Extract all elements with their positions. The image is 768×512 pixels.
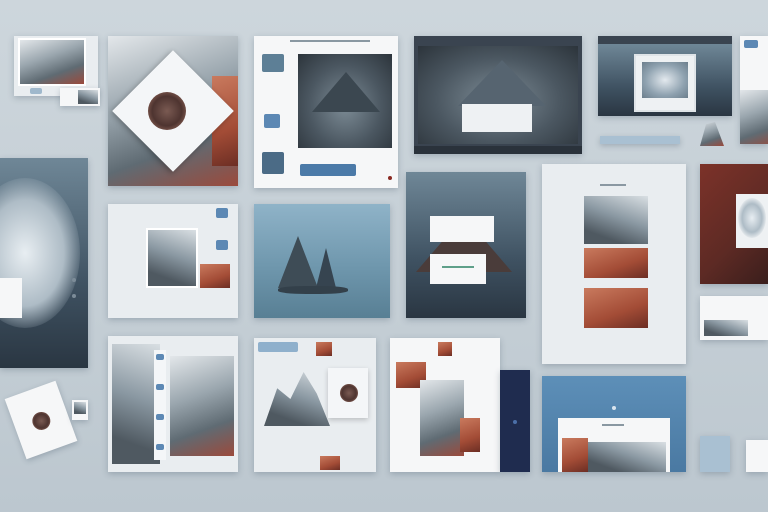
tile-blue-square [700, 436, 730, 472]
wax-seal-icon [148, 92, 186, 130]
peak-shape [312, 72, 380, 112]
landscape-dot-icon [612, 406, 616, 410]
fragment-rust-2 [438, 342, 452, 356]
tile-misty-mountain-dark[interactable] [414, 36, 582, 154]
caption-card [462, 104, 532, 132]
panel-rock-image-1 [584, 196, 648, 244]
viewer-title-bar [290, 40, 370, 42]
red-tile-wave-image [738, 198, 766, 238]
tile-mountain-viewer[interactable] [254, 36, 398, 188]
image-thumb-icon[interactable] [262, 54, 284, 72]
framed-photo [634, 54, 696, 112]
tile-edge-column [740, 36, 768, 144]
rock-chip-image [700, 122, 724, 146]
fragment-rust-3 [460, 418, 480, 452]
wave-dot-3 [72, 294, 76, 298]
tile-tiny-chip [72, 400, 88, 420]
mini-rock-image [78, 90, 98, 104]
tile-sea-stacks[interactable] [254, 204, 390, 318]
tile-blue-landscape[interactable] [542, 376, 686, 472]
strip-spacer [154, 350, 166, 460]
tiny-chip-image [74, 402, 86, 414]
overlay-note-card [0, 278, 22, 318]
strip-rock-image-1 [112, 344, 160, 464]
note-seal-icon [29, 409, 53, 433]
tile-seal-note[interactable] [4, 380, 78, 460]
seal-thumb-icon [316, 342, 332, 356]
strip-icon-3 [156, 414, 164, 420]
tile-edge-mini [746, 440, 768, 472]
panel-title-bar [600, 184, 626, 186]
tile-white-mini [700, 296, 768, 340]
tile-navy-strip [500, 370, 530, 472]
green-progress-bar [442, 266, 474, 268]
mini-rock-strip [704, 320, 748, 336]
sea-stack-large [278, 236, 318, 288]
tile-small-label [60, 88, 100, 106]
framed-wave-image [642, 62, 688, 98]
edit-icon[interactable] [264, 114, 280, 128]
strip-icon-2 [156, 384, 164, 390]
collage-rust-image [200, 264, 230, 288]
strip-rock-image-2 [170, 356, 234, 456]
tile-framed-wave[interactable] [598, 36, 732, 116]
viewer-action-button[interactable] [300, 164, 356, 176]
status-dot-icon [388, 176, 392, 180]
tile-mountain-seal[interactable] [254, 338, 376, 472]
misty-peak-shape [458, 60, 546, 106]
landscape-title-bar [602, 424, 624, 426]
rock-image [18, 38, 86, 86]
seal-icon [340, 384, 358, 402]
tile-progress-strip [600, 136, 680, 144]
rock-base [278, 286, 348, 294]
tile-red-wave[interactable] [700, 164, 768, 284]
seal-footer-image [320, 456, 340, 470]
landscape-card [558, 418, 670, 472]
panel-rust-image-2 [584, 288, 648, 328]
sea-stack-small [316, 248, 336, 288]
tile-seal-diamond[interactable] [108, 36, 238, 186]
control-bar[interactable] [414, 146, 582, 154]
collage-rock-image [146, 228, 198, 288]
tile-tall-strips[interactable] [108, 336, 238, 472]
storm-caption-card-2 [430, 254, 486, 284]
collage-blue-icon-2[interactable] [216, 240, 228, 250]
panel-rust-image [584, 248, 648, 278]
strip-icon-1 [156, 354, 164, 360]
seal-mountain-image [264, 372, 330, 426]
seal-header-button[interactable] [258, 342, 298, 352]
red-tile-card [736, 194, 768, 248]
edge-blue-icon [744, 40, 758, 48]
tile-storm-mountain[interactable] [406, 172, 526, 318]
navy-dot-icon [513, 420, 517, 424]
storm-caption-card [430, 216, 494, 242]
tile-rock-fragments[interactable] [390, 338, 500, 472]
fragment-rock-image [420, 380, 464, 456]
tile-rock-thumbnail[interactable] [14, 36, 98, 96]
mountain-photo [298, 54, 392, 148]
tile-large-wave[interactable] [0, 158, 88, 368]
caption-marker-icon [30, 88, 42, 94]
layer-icon[interactable] [262, 152, 284, 174]
tile-stacked-panels[interactable] [542, 164, 686, 364]
edge-rock-image [740, 90, 768, 144]
strip-icon-4 [156, 444, 164, 450]
landscape-rust-image [562, 438, 588, 472]
wave-dot-2 [72, 278, 76, 282]
tile-rock-chip [694, 122, 724, 146]
tile-fragment-collage[interactable] [108, 204, 238, 318]
landscape-rock-image [588, 442, 666, 472]
collage-blue-icon-1[interactable] [216, 208, 228, 218]
